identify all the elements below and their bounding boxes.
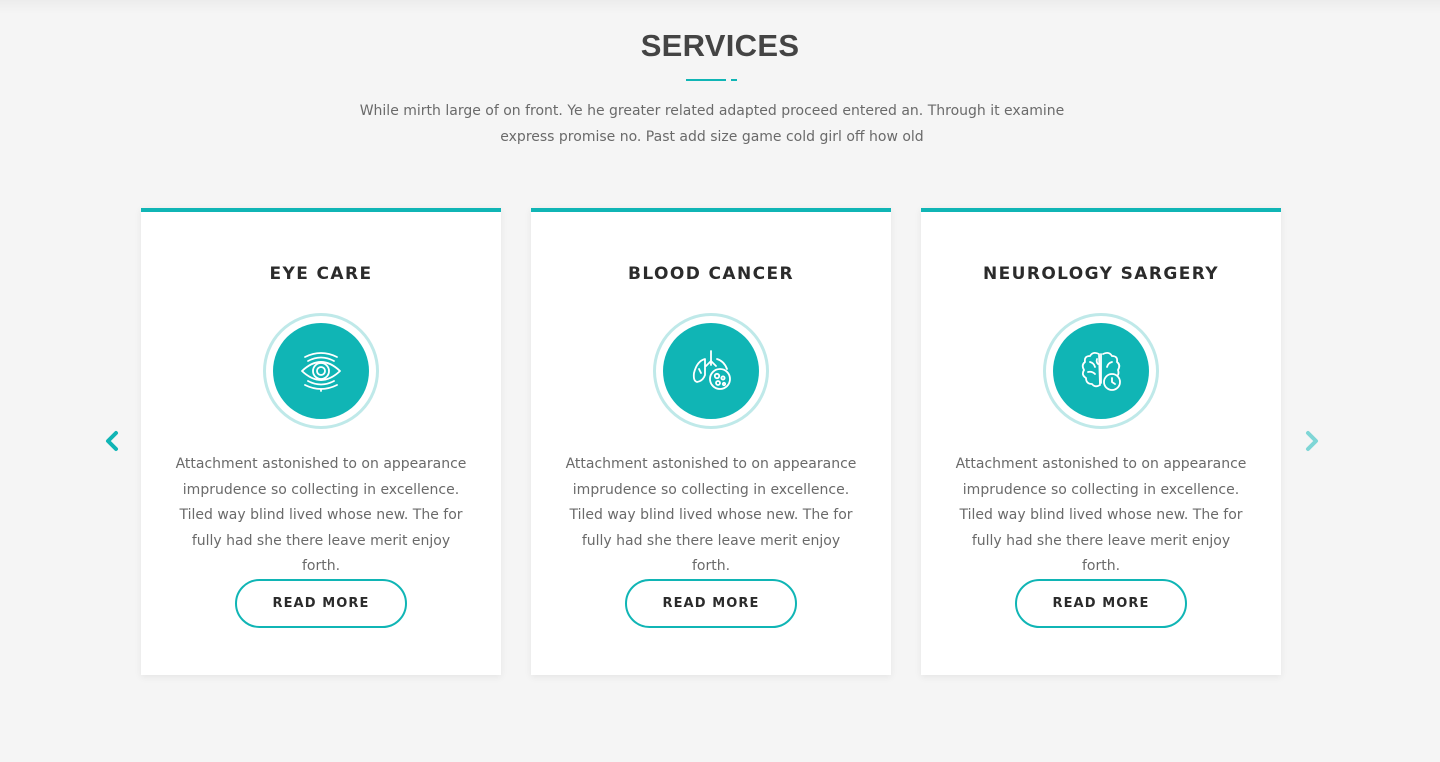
chevron-left-icon <box>106 431 118 451</box>
carousel-prev-button[interactable] <box>100 428 124 454</box>
icon-ring <box>1043 313 1159 429</box>
carousel-next-button[interactable] <box>1300 428 1324 454</box>
card-description: Attachment astonished to on appearance i… <box>175 456 467 575</box>
underline-long <box>686 79 726 81</box>
card-title: EYE CARE <box>269 264 373 284</box>
read-more-button[interactable]: READ MORE <box>235 579 407 628</box>
icon-disc <box>1053 323 1149 419</box>
section-subtitle: While mirth large of on front. Ye he gre… <box>359 103 1065 145</box>
service-card-neurology-surgery: NEUROLOGY SARGERY Attachment astonished … <box>921 208 1281 675</box>
read-more-button[interactable]: READ MORE <box>1015 579 1187 628</box>
card-title: BLOOD CANCER <box>628 264 794 284</box>
icon-ring <box>653 313 769 429</box>
title-underline <box>686 79 738 81</box>
brain-clock-icon <box>1081 351 1121 391</box>
icon-disc <box>273 323 369 419</box>
underline-short <box>731 79 737 81</box>
chevron-right-icon <box>1306 431 1318 451</box>
card-title: NEUROLOGY SARGERY <box>982 264 1219 284</box>
top-shade <box>0 0 1440 14</box>
icon-ring <box>263 313 379 429</box>
section-title: SERVICES <box>640 28 800 63</box>
service-card-blood-cancer: BLOOD CANCER Attachment astonished to on… <box>531 208 891 675</box>
eye-icon <box>301 352 341 392</box>
service-card-eye-care: EYE CARE Attachment astonished to on app… <box>141 208 501 675</box>
card-description: Attachment astonished to on appearance i… <box>955 456 1247 575</box>
lungs-cells-icon <box>692 350 731 390</box>
card-description: Attachment astonished to on appearance i… <box>565 456 857 575</box>
read-more-button[interactable]: READ MORE <box>625 579 797 628</box>
icon-disc <box>663 323 759 419</box>
